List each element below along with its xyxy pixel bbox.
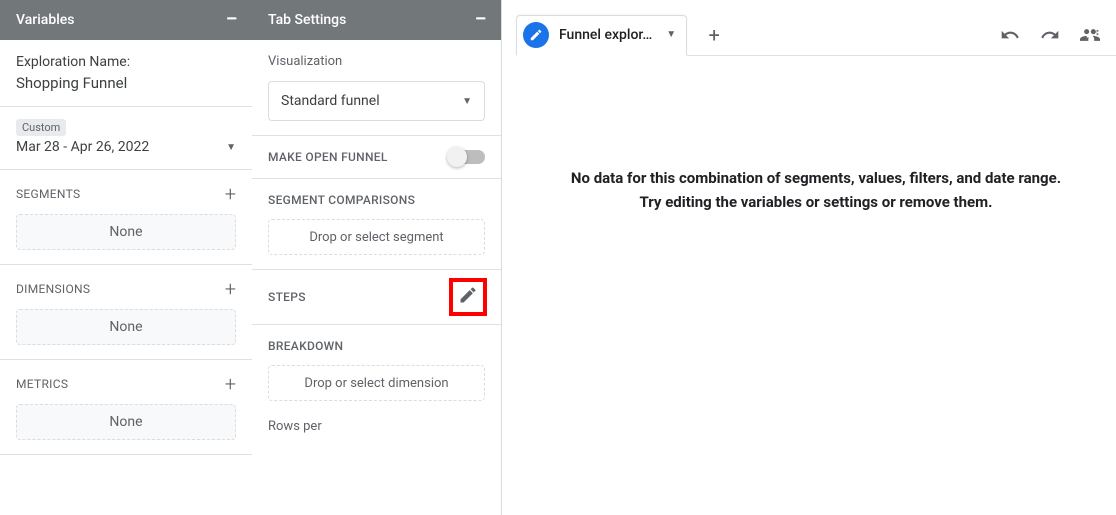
segment-comparisons-dropzone[interactable]: Drop or select segment <box>268 219 485 255</box>
visualization-label: Visualization <box>268 54 485 69</box>
dimensions-section: DIMENSIONS + None <box>0 265 252 360</box>
visualization-value: Standard funnel <box>281 93 380 109</box>
no-data-message: No data for this combination of segments… <box>516 166 1116 214</box>
chevron-down-icon: ▼ <box>462 96 472 107</box>
variables-title: Variables <box>16 12 74 28</box>
metrics-section: METRICS + None <box>0 360 252 455</box>
edit-icon <box>523 22 549 48</box>
date-custom-badge: Custom <box>16 119 66 136</box>
edit-steps-button[interactable] <box>449 278 487 316</box>
visualization-select[interactable]: Standard funnel ▼ <box>268 81 485 121</box>
segments-title: SEGMENTS <box>16 187 80 201</box>
no-data-line2: Try editing the variables or settings or… <box>536 190 1096 214</box>
breakdown-section: BREAKDOWN Drop or select dimension Rows … <box>252 325 501 448</box>
tab-bar: Funnel explor… ▼ + <box>516 0 1116 56</box>
tab-settings-title: Tab Settings <box>268 12 346 28</box>
rows-per-label: Rows per <box>268 419 485 434</box>
tab-settings-header: Tab Settings − <box>252 0 501 40</box>
dimensions-title: DIMENSIONS <box>16 282 90 296</box>
exploration-name-label: Exploration Name: <box>16 54 236 70</box>
segment-comparisons-section: SEGMENT COMPARISONS Drop or select segme… <box>252 179 501 270</box>
exploration-name-section: Exploration Name: Shopping Funnel <box>0 40 252 107</box>
breakdown-title: BREAKDOWN <box>268 339 485 353</box>
canvas-area: Funnel explor… ▼ + No data for this comb… <box>502 0 1116 515</box>
date-range-value: Mar 28 - Apr 26, 2022 <box>16 139 149 155</box>
chevron-down-icon: ▼ <box>226 142 236 153</box>
tab-funnel-exploration[interactable]: Funnel explor… ▼ <box>516 15 687 56</box>
make-open-funnel-label: MAKE OPEN FUNNEL <box>268 150 388 164</box>
add-dimension-button[interactable]: + <box>225 279 236 299</box>
segments-none[interactable]: None <box>16 214 236 250</box>
steps-title: STEPS <box>268 290 306 304</box>
share-button[interactable] <box>1078 23 1102 47</box>
visualization-section: Visualization Standard funnel ▼ <box>252 40 501 136</box>
dimensions-none[interactable]: None <box>16 309 236 345</box>
metrics-none[interactable]: None <box>16 404 236 440</box>
add-segment-button[interactable]: + <box>225 184 236 204</box>
undo-button[interactable] <box>998 23 1022 47</box>
tab-title: Funnel explor… <box>559 27 652 43</box>
exploration-name-input[interactable]: Shopping Funnel <box>16 74 236 92</box>
steps-section: STEPS <box>252 270 501 325</box>
metrics-title: METRICS <box>16 377 68 391</box>
redo-button[interactable] <box>1038 23 1062 47</box>
tab-settings-panel: Tab Settings − Visualization Standard fu… <box>252 0 502 515</box>
collapse-variables-button[interactable]: − <box>224 9 240 31</box>
pencil-icon <box>458 285 478 309</box>
variables-header: Variables − <box>0 0 252 40</box>
segments-section: SEGMENTS + None <box>0 170 252 265</box>
add-metric-button[interactable]: + <box>225 374 236 394</box>
date-range-section[interactable]: Custom Mar 28 - Apr 26, 2022 ▼ <box>0 107 252 170</box>
no-data-line1: No data for this combination of segments… <box>536 166 1096 190</box>
toggle-knob <box>447 147 467 167</box>
variables-panel: Variables − Exploration Name: Shopping F… <box>0 0 252 515</box>
open-funnel-section: MAKE OPEN FUNNEL <box>252 136 501 179</box>
breakdown-dropzone[interactable]: Drop or select dimension <box>268 365 485 401</box>
make-open-funnel-toggle[interactable] <box>449 150 485 164</box>
segment-comparisons-title: SEGMENT COMPARISONS <box>268 193 485 207</box>
chevron-down-icon[interactable]: ▼ <box>666 29 676 40</box>
add-tab-button[interactable]: + <box>697 18 731 52</box>
collapse-tab-settings-button[interactable]: − <box>473 9 489 31</box>
